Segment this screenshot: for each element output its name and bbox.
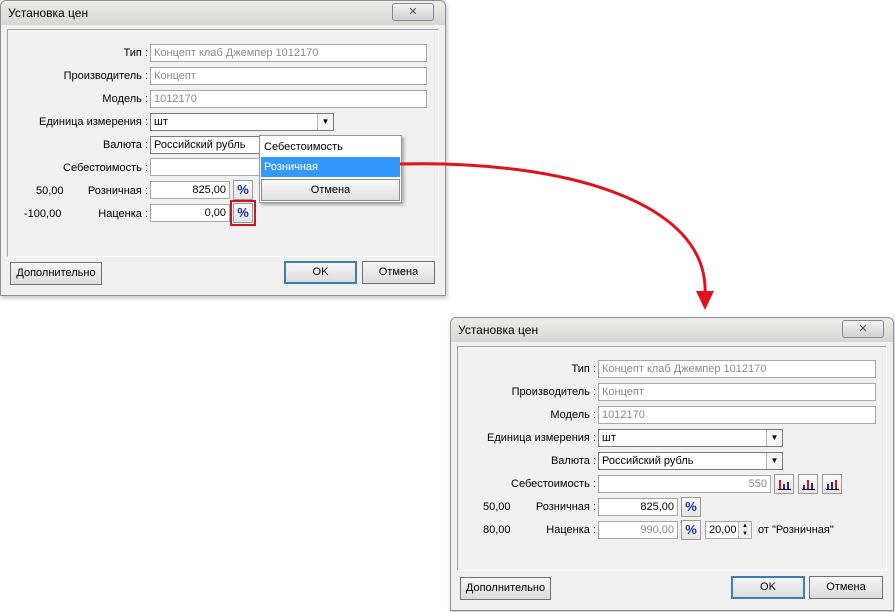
unit-select[interactable]: шт ▼ [598, 429, 783, 447]
currency-value: Российский рубль [154, 139, 246, 151]
markup-label: Наценка : [98, 208, 148, 220]
dropdown-arrow-icon[interactable]: ▼ [766, 430, 782, 446]
menu-item-retail[interactable]: Розничная [261, 157, 400, 177]
retail-label: Розничная : [87, 185, 148, 197]
manufacturer-label: Производитель : [511, 386, 596, 398]
dialog-window-2: Установка цен ✕ Тип : Концепт клаб Джемп… [450, 317, 894, 611]
manufacturer-label: Производитель : [63, 70, 148, 82]
ok-button[interactable]: OK [284, 261, 357, 284]
advanced-button[interactable]: Дополнительно [460, 577, 551, 600]
chart-icon[interactable] [822, 474, 842, 494]
cancel-button[interactable]: Отмена [809, 576, 883, 599]
arrow-head [696, 291, 714, 310]
type-label: Тип : [123, 47, 148, 59]
retail-price-field[interactable]: 825,00 [150, 181, 230, 199]
model-label: Модель : [550, 409, 596, 421]
manufacturer-field[interactable]: Концепт [150, 67, 427, 85]
type-label: Тип : [571, 363, 596, 375]
unit-select[interactable]: шт ▼ [150, 113, 334, 131]
spinner-arrows-icon[interactable]: ▲ ▼ [738, 522, 751, 538]
menu-cancel-button[interactable]: Отмена [261, 179, 400, 201]
chart-icon[interactable] [774, 474, 794, 494]
retail-label: Розничная : [535, 501, 596, 513]
cost-label: Себестоимость : [63, 162, 148, 174]
dropdown-arrow-icon[interactable]: ▼ [766, 453, 782, 469]
markup-percent-button[interactable]: % [681, 520, 701, 540]
markup-spinner-value: 20,00 [709, 524, 737, 536]
advanced-button[interactable]: Дополнительно [10, 262, 102, 285]
chart-icon[interactable] [798, 474, 818, 494]
retail-percent-button[interactable]: % [233, 180, 253, 200]
dialog-title-2: Установка цен [458, 323, 539, 337]
unit-value: шт [602, 432, 616, 444]
unit-label: Единица измерения : [487, 432, 596, 444]
retail-price-field[interactable]: 825,00 [598, 498, 678, 516]
dialog-title: Установка цен [8, 6, 89, 20]
markup-percent-button[interactable]: % [230, 200, 256, 226]
unit-label: Единица измерения : [39, 116, 148, 128]
type-field[interactable]: Концепт клаб Джемпер 1012170 [150, 44, 427, 62]
markup-from-label: от "Розничная" [758, 524, 834, 536]
ok-button[interactable]: OK [731, 576, 805, 599]
title-bar-2[interactable]: Установка цен ✕ [451, 318, 893, 342]
currency-label: Валюта : [550, 455, 596, 467]
model-field[interactable]: 1012170 [598, 406, 876, 424]
retail-percent-button[interactable]: % [681, 497, 701, 517]
markup-spinner[interactable]: 20,00 ▲ ▼ [705, 521, 752, 539]
currency-value: Российский рубль [602, 455, 694, 467]
manufacturer-field[interactable]: Концепт [598, 383, 876, 401]
currency-label: Валюта : [102, 139, 148, 151]
cost-label: Себестоимость : [511, 478, 596, 490]
type-field[interactable]: Концепт клаб Джемпер 1012170 [598, 360, 876, 378]
model-field[interactable]: 1012170 [150, 90, 427, 108]
currency-select[interactable]: Российский рубль ▼ [598, 452, 783, 470]
markup-label: Наценка : [546, 524, 596, 536]
dialog-body-2: Тип : Концепт клаб Джемпер 1012170 Произ… [457, 346, 887, 571]
menu-item-cost[interactable]: Себестоимость [261, 137, 400, 157]
dropdown-arrow-icon[interactable]: ▼ [317, 114, 333, 130]
close-icon[interactable]: ✕ [842, 320, 884, 338]
title-bar[interactable]: Установка цен ✕ [1, 1, 445, 25]
close-icon[interactable]: ✕ [392, 3, 434, 21]
cancel-button[interactable]: Отмена [362, 261, 435, 284]
unit-value: шт [154, 116, 168, 128]
cost-field[interactable]: 550 [598, 475, 771, 493]
model-label: Модель : [102, 93, 148, 105]
cost-field[interactable] [150, 158, 262, 176]
markup-field[interactable]: 990,00 [598, 521, 678, 539]
markup-field[interactable]: 0,00 [150, 204, 230, 222]
percent-menu: Себестоимость Розничная Отмена [259, 135, 402, 203]
